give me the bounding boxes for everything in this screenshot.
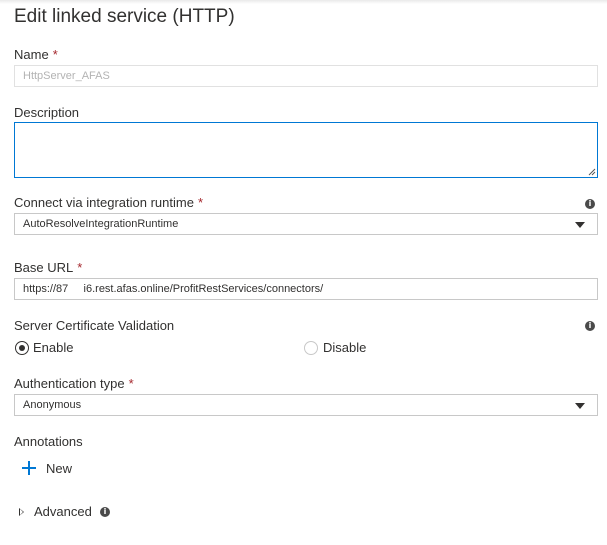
- chevron-down-icon: [575, 403, 585, 409]
- info-icon[interactable]: i: [585, 199, 595, 209]
- runtime-select[interactable]: AutoResolveIntegrationRuntime: [14, 213, 598, 235]
- cert-validation-label: Server Certificate Validation: [14, 318, 175, 333]
- name-label: Name *: [14, 47, 58, 63]
- advanced-toggle[interactable]: Advanced: [34, 504, 92, 520]
- panel-top-shadow: [0, 0, 607, 4]
- auth-type-select[interactable]: Anonymous: [14, 394, 598, 416]
- required-marker: *: [77, 260, 83, 275]
- disable-radio[interactable]: [304, 341, 318, 355]
- auth-type-label: Authentication type *: [14, 376, 134, 392]
- runtime-select-value: AutoResolveIntegrationRuntime: [23, 218, 179, 230]
- disable-radio-label[interactable]: Disable: [323, 340, 366, 356]
- runtime-label-text: Connect via integration runtime: [14, 195, 194, 210]
- name-label-text: Name: [14, 47, 49, 62]
- chevron-right-icon[interactable]: [19, 508, 24, 516]
- annotations-label: Annotations: [14, 434, 83, 449]
- description-field[interactable]: [14, 122, 598, 178]
- new-annotation-button[interactable]: New: [46, 461, 72, 477]
- info-icon[interactable]: i: [585, 321, 595, 331]
- add-icon[interactable]: [22, 461, 36, 475]
- required-marker: *: [128, 376, 134, 391]
- chevron-down-icon: [575, 222, 585, 228]
- auth-type-label-text: Authentication type: [14, 376, 125, 391]
- runtime-label: Connect via integration runtime *: [14, 195, 203, 211]
- enable-radio-label[interactable]: Enable: [33, 340, 73, 356]
- description-label: Description: [14, 105, 80, 120]
- auth-type-select-value: Anonymous: [23, 399, 82, 411]
- required-marker: *: [52, 47, 58, 62]
- enable-radio[interactable]: [15, 341, 29, 355]
- panel-title: Edit linked service (HTTP): [14, 6, 235, 27]
- info-icon[interactable]: i: [100, 507, 110, 517]
- required-marker: *: [197, 195, 203, 210]
- base-url-label-text: Base URL: [14, 260, 74, 275]
- name-field: HttpServer_AFAS: [14, 65, 598, 87]
- base-url-label: Base URL *: [14, 260, 82, 276]
- base-url-field[interactable]: https://87 i6.rest.afas.online/ProfitRes…: [14, 278, 598, 300]
- chevron-right-icon-inner: [20, 509, 23, 515]
- resize-handle-icon[interactable]: [587, 167, 596, 176]
